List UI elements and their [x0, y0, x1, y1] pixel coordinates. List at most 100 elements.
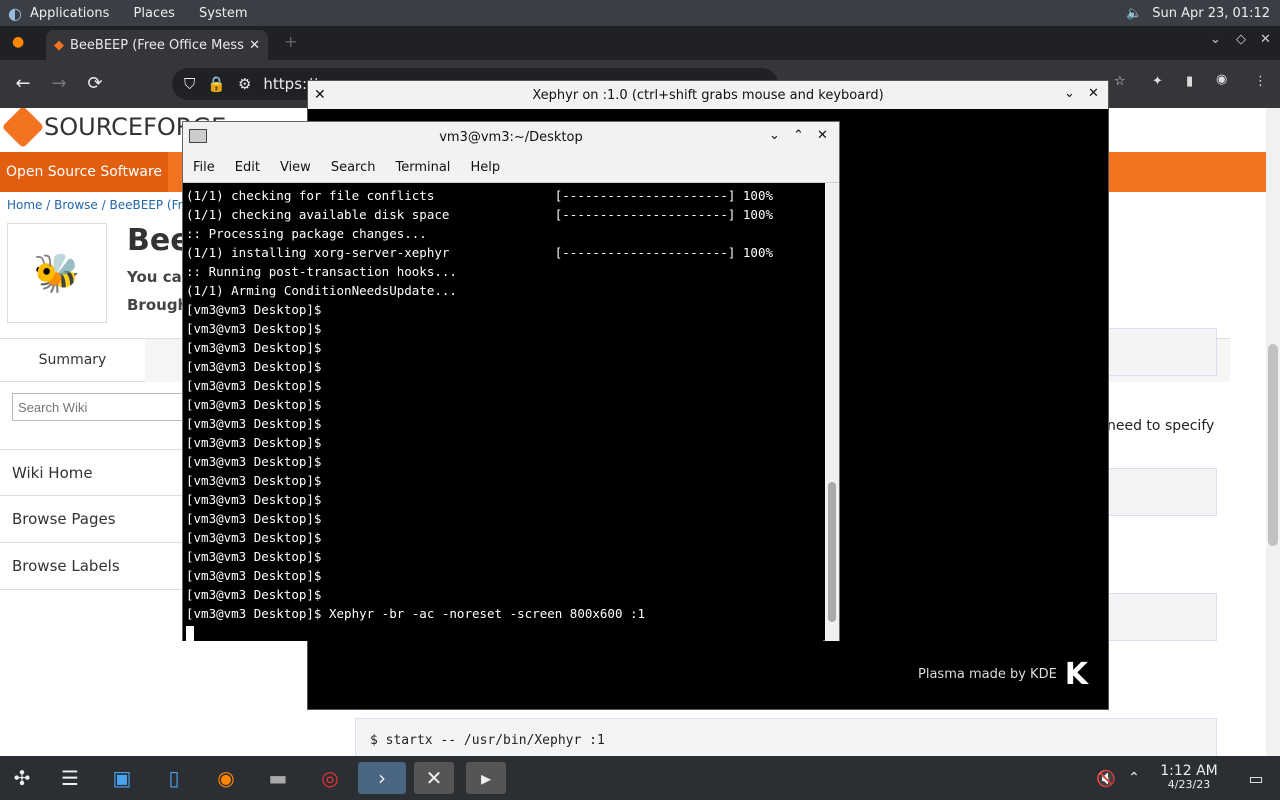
terminal-line: [vm3@vm3 Desktop]$	[186, 549, 322, 564]
taskbar: ✣ ☰ ▣ ▯ ◉ ▬ ◎ › ✕ ▸ 🔇 ⌃ 1:12 AM 4/23/23 …	[0, 756, 1280, 800]
terminal-menubar: File Edit View Search Terminal Help	[183, 152, 839, 183]
terminal-line: (1/1) installing xorg-server-xephyr [---…	[186, 245, 773, 260]
terminal-title: vm3@vm3:~/Desktop	[439, 129, 583, 145]
tab-title: BeeBEEP (Free Office Mess	[70, 37, 244, 53]
new-tab-button[interactable]: +	[284, 32, 297, 51]
terminal-line: [vm3@vm3 Desktop]$	[186, 587, 322, 602]
terminal-line: [vm3@vm3 Desktop]$	[186, 530, 322, 545]
terminal-line: [vm3@vm3 Desktop]$	[186, 473, 322, 488]
clock-date: 4/23/23	[1167, 778, 1211, 791]
profile-avatar[interactable]: ◉	[1216, 72, 1227, 87]
search-wiki-input[interactable]	[12, 393, 192, 421]
document-icon[interactable]: ▯	[154, 762, 194, 794]
forward-icon[interactable]: →	[44, 68, 74, 98]
terminal-line: [vm3@vm3 Desktop]$	[186, 416, 322, 431]
terminal-line: (1/1) Arming ConditionNeedsUpdate...	[186, 283, 457, 298]
terminal-cursor-line[interactable]	[186, 623, 820, 641]
terminal-minimize-icon[interactable]: ⌄	[769, 128, 780, 143]
top-clock[interactable]: Sun Apr 23, 01:12	[1152, 6, 1270, 21]
app-launcher-icon[interactable]: ✣	[2, 762, 42, 794]
distro-logo-icon[interactable]: ◐	[8, 4, 22, 23]
chrome-icon[interactable]: ◎	[310, 762, 350, 794]
permissions-icon[interactable]: ⚙	[238, 75, 251, 93]
xephyr-title: Xephyr on :1.0 (ctrl+shift grabs mouse a…	[532, 87, 884, 103]
sourceforge-logo-icon	[1, 108, 45, 149]
menu-help[interactable]: Help	[460, 160, 510, 175]
terminal-active-icon[interactable]: ›	[358, 762, 406, 794]
back-icon[interactable]: ←	[8, 68, 38, 98]
page-scrollbar-thumb[interactable]	[1268, 344, 1278, 546]
terminal-line: [vm3@vm3 Desktop]$	[186, 568, 322, 583]
xephyr-close-icon[interactable]: ✕	[1088, 86, 1099, 101]
terminal-line: [vm3@vm3 Desktop]$	[186, 302, 322, 317]
terminal-line: :: Running post-transaction hooks...	[186, 264, 457, 279]
menu-dots-icon[interactable]: ⋮	[1254, 74, 1267, 89]
tab-summary[interactable]: Summary	[0, 338, 145, 382]
menu-terminal[interactable]: Terminal	[385, 160, 460, 175]
firefox-icon[interactable]: ◉	[206, 762, 246, 794]
breadcrumb[interactable]: Home / Browse / BeeBEEP (Free	[7, 198, 197, 212]
bookmark-star-icon[interactable]: ☆	[1114, 74, 1126, 89]
menu-edit[interactable]: Edit	[225, 160, 270, 175]
taskbar-clock[interactable]: 1:12 AM 4/23/23	[1150, 764, 1228, 792]
shield-icon[interactable]: ⛉	[184, 75, 195, 93]
bee-icon: 🐝	[33, 250, 81, 295]
firefox-icon[interactable]: ●	[12, 34, 24, 50]
kde-logo-icon: K	[1064, 657, 1089, 692]
terminal-line: [vm3@vm3 Desktop]$	[186, 321, 322, 336]
terminal-cursor	[186, 625, 194, 641]
terminal-output[interactable]: (1/1) checking for file conflicts [-----…	[183, 183, 823, 641]
tab-beebeep[interactable]: ◆ BeeBEEP (Free Office Mess ✕	[46, 30, 268, 60]
kde-brand: Plasma made by KDE K	[918, 657, 1088, 692]
top-menu: Applications Places System	[30, 6, 268, 21]
sidebar-icon[interactable]: ▮	[1186, 74, 1193, 89]
terminal-close-icon[interactable]: ✕	[817, 128, 828, 143]
tray-expand-icon[interactable]: ⌃	[1114, 762, 1154, 794]
terminal-line: [vm3@vm3 Desktop]$	[186, 378, 322, 393]
browse-pages-link[interactable]: Browse Pages	[0, 496, 190, 543]
window-close-icon[interactable]: ✕	[1260, 32, 1271, 47]
files-icon[interactable]: ▬	[258, 762, 298, 794]
terminal-app-icon	[189, 129, 207, 143]
open-source-software-link[interactable]: Open Source Software	[0, 152, 168, 192]
terminal-line: [vm3@vm3 Desktop]$	[186, 435, 322, 450]
menu-search[interactable]: Search	[321, 160, 386, 175]
terminal-line: [vm3@vm3 Desktop]$ Xephyr -br -ac -nores…	[186, 606, 646, 621]
xephyr-task-icon[interactable]: ✕	[414, 762, 454, 794]
terminal-line: (1/1) checking for file conflicts [-----…	[186, 188, 773, 203]
kde-brand-text: Plasma made by KDE	[918, 667, 1057, 682]
extensions-icon[interactable]: ✦	[1152, 74, 1163, 89]
terminal-line: [vm3@vm3 Desktop]$	[186, 397, 322, 412]
project-logo: 🐝	[7, 223, 107, 323]
terminal-maximize-icon[interactable]: ⌃	[793, 128, 804, 143]
wiki-home-link[interactable]: Wiki Home	[0, 449, 190, 496]
reload-icon[interactable]: ⟳	[80, 68, 110, 98]
volume-icon[interactable]: 🔈	[1126, 6, 1142, 21]
show-desktop-icon[interactable]: ▭	[1236, 762, 1276, 794]
applications-menu[interactable]: Applications	[30, 6, 109, 21]
terminal-titlebar[interactable]: vm3@vm3:~/Desktop ⌄ ⌃ ✕	[183, 122, 839, 152]
menu-view[interactable]: View	[270, 160, 321, 175]
top-panel: ◐ Applications Places System 🔈 Sun Apr 2…	[0, 0, 1280, 26]
sourceforge-favicon: ◆	[54, 37, 64, 53]
clock-time: 1:12 AM	[1160, 763, 1218, 779]
terminal-scrollbar-thumb[interactable]	[828, 482, 836, 622]
system-menu[interactable]: System	[199, 6, 247, 21]
tab-close-icon[interactable]: ✕	[249, 38, 260, 53]
lock-icon[interactable]: 🔒	[207, 75, 226, 93]
code-block: $ startx -- /usr/bin/Xephyr :1	[355, 718, 1217, 756]
settings-icon[interactable]: ☰	[50, 762, 90, 794]
console-icon[interactable]: ▸	[466, 762, 506, 794]
terminal-line: :: Processing package changes...	[186, 226, 427, 241]
terminal-window[interactable]: vm3@vm3:~/Desktop ⌄ ⌃ ✕ File Edit View S…	[182, 121, 840, 641]
tab-list-icon[interactable]: ⌄	[1210, 32, 1221, 47]
window-menu-icon[interactable]: ◇	[1236, 32, 1246, 47]
menu-file[interactable]: File	[183, 160, 225, 175]
store-icon[interactable]: ▣	[102, 762, 142, 794]
xephyr-minimize-icon[interactable]: ⌄	[1064, 86, 1075, 101]
browse-labels-link[interactable]: Browse Labels	[0, 543, 190, 590]
places-menu[interactable]: Places	[134, 6, 175, 21]
project-byline: Brough	[127, 296, 189, 314]
xephyr-titlebar[interactable]: ✕ Xephyr on :1.0 (ctrl+shift grabs mouse…	[308, 81, 1108, 109]
x-app-icon: ✕	[314, 87, 326, 103]
